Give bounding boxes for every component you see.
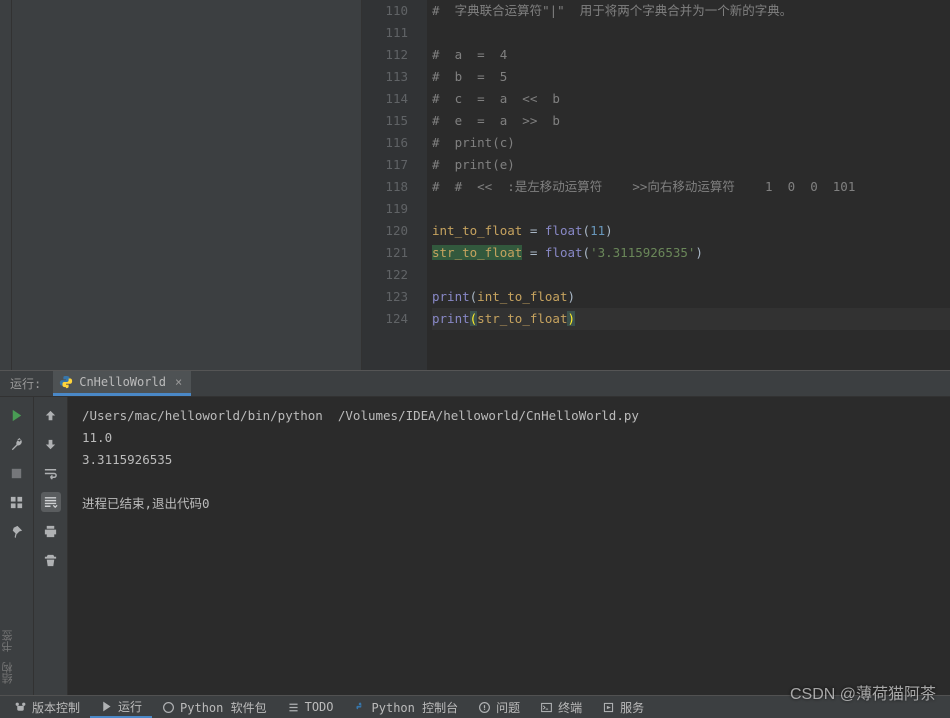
code-text: # e = a >> b <box>432 113 560 128</box>
output-line: 3.3115926535 <box>82 452 172 467</box>
code-text: float <box>545 223 583 238</box>
line-number: 116 <box>362 132 408 154</box>
bookmarks-tab[interactable]: 书签 <box>0 630 16 652</box>
code-text: print <box>432 311 470 326</box>
run-output[interactable]: /Users/mac/helloworld/bin/python /Volume… <box>68 397 950 695</box>
down-icon[interactable] <box>41 434 61 454</box>
line-number: 117 <box>362 154 408 176</box>
pin-icon[interactable] <box>7 521 27 541</box>
output-line: 11.0 <box>82 430 112 445</box>
bottom-label: 版本控制 <box>32 699 80 716</box>
code-text: # print(e) <box>432 157 515 172</box>
trash-icon[interactable] <box>41 550 61 570</box>
bottom-services[interactable]: 服务 <box>592 696 654 718</box>
editor-pane: 110 111 112 113 114 115 116 117 118 119 … <box>362 0 950 370</box>
line-number: 111 <box>362 22 408 44</box>
code-text: int_to_float <box>432 223 522 238</box>
wrench-icon[interactable] <box>7 434 27 454</box>
code-text: '3.3115926535' <box>590 245 695 260</box>
soft-wrap-icon[interactable] <box>41 463 61 483</box>
code-text: # # << :是左移动运算符 >>向右移动运算符 1 0 0 101 <box>432 179 855 194</box>
print-icon[interactable] <box>41 521 61 541</box>
code-text <box>432 22 950 44</box>
scroll-to-end-icon[interactable] <box>41 492 61 512</box>
code-text: # a = 4 <box>432 47 507 62</box>
code-text: # b = 5 <box>432 69 507 84</box>
problems-icon <box>478 701 491 714</box>
line-gutter: 110 111 112 113 114 115 116 117 118 119 … <box>362 0 427 370</box>
bottom-label: Python 软件包 <box>180 699 267 716</box>
left-edge-tabs[interactable]: 结构 书签 <box>0 626 16 688</box>
python-icon <box>59 375 73 389</box>
code-text <box>432 198 950 220</box>
line-number: 118 <box>362 176 408 198</box>
services-icon <box>602 701 615 714</box>
line-number: 121 <box>362 242 408 264</box>
code-text: 11 <box>590 223 605 238</box>
code-line: str_to_float = float('3.3115926535') <box>432 242 950 264</box>
bottom-label: 服务 <box>620 699 644 716</box>
run-label: 运行: <box>10 375 41 392</box>
bottom-label: 问题 <box>496 699 520 716</box>
left-stripe <box>0 0 12 370</box>
code-text: float <box>545 245 583 260</box>
code-area[interactable]: # 字典联合运算符"|" 用于将两个字典合并为一个新的字典。 # a = 4 #… <box>427 0 950 370</box>
code-text: # 字典联合运算符"|" 用于将两个字典合并为一个新的字典。 <box>432 3 792 18</box>
close-icon[interactable]: × <box>172 375 185 389</box>
line-number: 115 <box>362 110 408 132</box>
rerun-icon[interactable] <box>7 405 27 425</box>
code-text: int_to_float <box>477 289 567 304</box>
bottom-vcs[interactable]: 版本控制 <box>4 696 90 718</box>
bottom-label: TODO <box>305 700 334 714</box>
bottom-label: Python 控制台 <box>372 699 459 716</box>
line-number: 119 <box>362 198 408 220</box>
run-tab-name: CnHelloWorld <box>79 375 166 389</box>
code-line-current: print(str_to_float) <box>432 308 950 330</box>
bottom-problems[interactable]: 问题 <box>468 696 530 718</box>
code-line: int_to_float = float(11) <box>432 220 950 242</box>
code-text: print <box>432 289 470 304</box>
code-line <box>432 264 950 286</box>
code-text: # c = a << b <box>432 91 560 106</box>
watermark: CSDN @薄荷猫阿茶 <box>790 680 936 704</box>
line-number: 113 <box>362 66 408 88</box>
line-number: 112 <box>362 44 408 66</box>
todo-icon <box>287 701 300 714</box>
bottom-todo[interactable]: TODO <box>277 696 344 718</box>
line-number: 110 <box>362 0 408 22</box>
run-header: 运行: CnHelloWorld × <box>0 371 950 397</box>
code-text: # print(c) <box>432 135 515 150</box>
stop-icon[interactable] <box>7 463 27 483</box>
output-path: /Users/mac/helloworld/bin/python /Volume… <box>82 408 639 423</box>
structure-tab[interactable]: 结构 <box>0 662 16 684</box>
run-toolbar-right <box>34 397 68 695</box>
bottom-run[interactable]: 运行 <box>90 696 152 718</box>
terminal-icon <box>540 701 553 714</box>
code-text: str_to_float <box>477 311 567 326</box>
run-panel: 运行: CnHelloWorld × /Users/mac/helloworld… <box>0 370 950 695</box>
layout-icon[interactable] <box>7 492 27 512</box>
bottom-terminal[interactable]: 终端 <box>530 696 592 718</box>
branch-icon <box>14 701 27 714</box>
line-number: 123 <box>362 286 408 308</box>
up-icon[interactable] <box>41 405 61 425</box>
python-icon <box>354 701 367 714</box>
bottom-python-packages[interactable]: Python 软件包 <box>152 696 277 718</box>
output-exit: 进程已结束,退出代码0 <box>82 496 210 511</box>
line-number: 120 <box>362 220 408 242</box>
project-tree-panel <box>12 0 362 370</box>
python-icon <box>162 701 175 714</box>
bottom-python-console[interactable]: Python 控制台 <box>344 696 469 718</box>
bottom-label: 终端 <box>558 699 582 716</box>
bottom-label: 运行 <box>118 698 142 715</box>
code-text: str_to_float <box>432 245 522 260</box>
play-icon <box>100 700 113 713</box>
line-number: 122 <box>362 264 408 286</box>
run-tab[interactable]: CnHelloWorld × <box>53 371 191 396</box>
line-number: 124 <box>362 308 408 330</box>
code-line: print(int_to_float) <box>432 286 950 308</box>
line-number: 114 <box>362 88 408 110</box>
